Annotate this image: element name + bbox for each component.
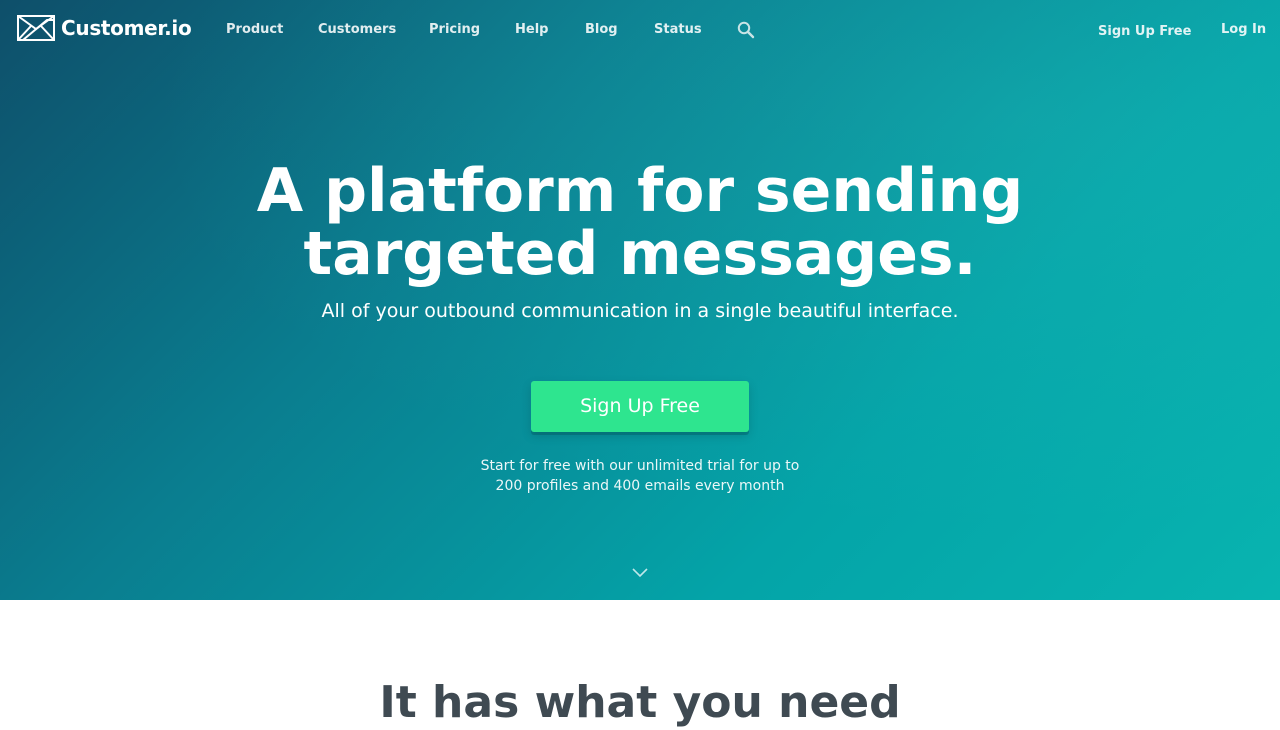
hero-section: Customer.io Product Customers Pricing He… — [0, 0, 1280, 600]
nav-link-help[interactable]: Help — [515, 21, 548, 39]
trial-note-line-2: 200 profiles and 400 emails every month — [495, 478, 785, 494]
signup-cta-button[interactable]: Sign Up Free — [531, 381, 749, 432]
trial-note-line-1: Start for free with our unlimited trial … — [480, 458, 800, 474]
top-navigation: Customer.io Product Customers Pricing He… — [0, 0, 1280, 60]
hero-title: A platform for sending targeted messages… — [190, 160, 1090, 286]
nav-link-blog[interactable]: Blog — [585, 21, 618, 39]
nav-login-link[interactable]: Log In — [1221, 21, 1266, 39]
hero-title-line-2: targeted messages. — [303, 219, 977, 289]
nav-signup-link[interactable]: Sign Up Free — [1098, 23, 1191, 41]
envelope-logo-icon — [17, 15, 55, 41]
hero-subtitle: All of your outbound communication in a … — [321, 300, 959, 322]
logo-text: Customer.io — [61, 16, 192, 40]
features-section-title: It has what you need — [379, 677, 901, 728]
hero-title-line-1: A platform for sending — [256, 156, 1024, 226]
nav-link-product[interactable]: Product — [226, 21, 283, 39]
logo-link[interactable]: Customer.io — [17, 15, 192, 41]
search-icon[interactable] — [737, 21, 755, 39]
chevron-down-icon[interactable] — [631, 564, 649, 578]
trial-note: Start for free with our unlimited trial … — [440, 456, 840, 496]
nav-link-status[interactable]: Status — [654, 21, 702, 39]
nav-link-pricing[interactable]: Pricing — [429, 21, 480, 39]
nav-link-customers[interactable]: Customers — [318, 21, 396, 39]
